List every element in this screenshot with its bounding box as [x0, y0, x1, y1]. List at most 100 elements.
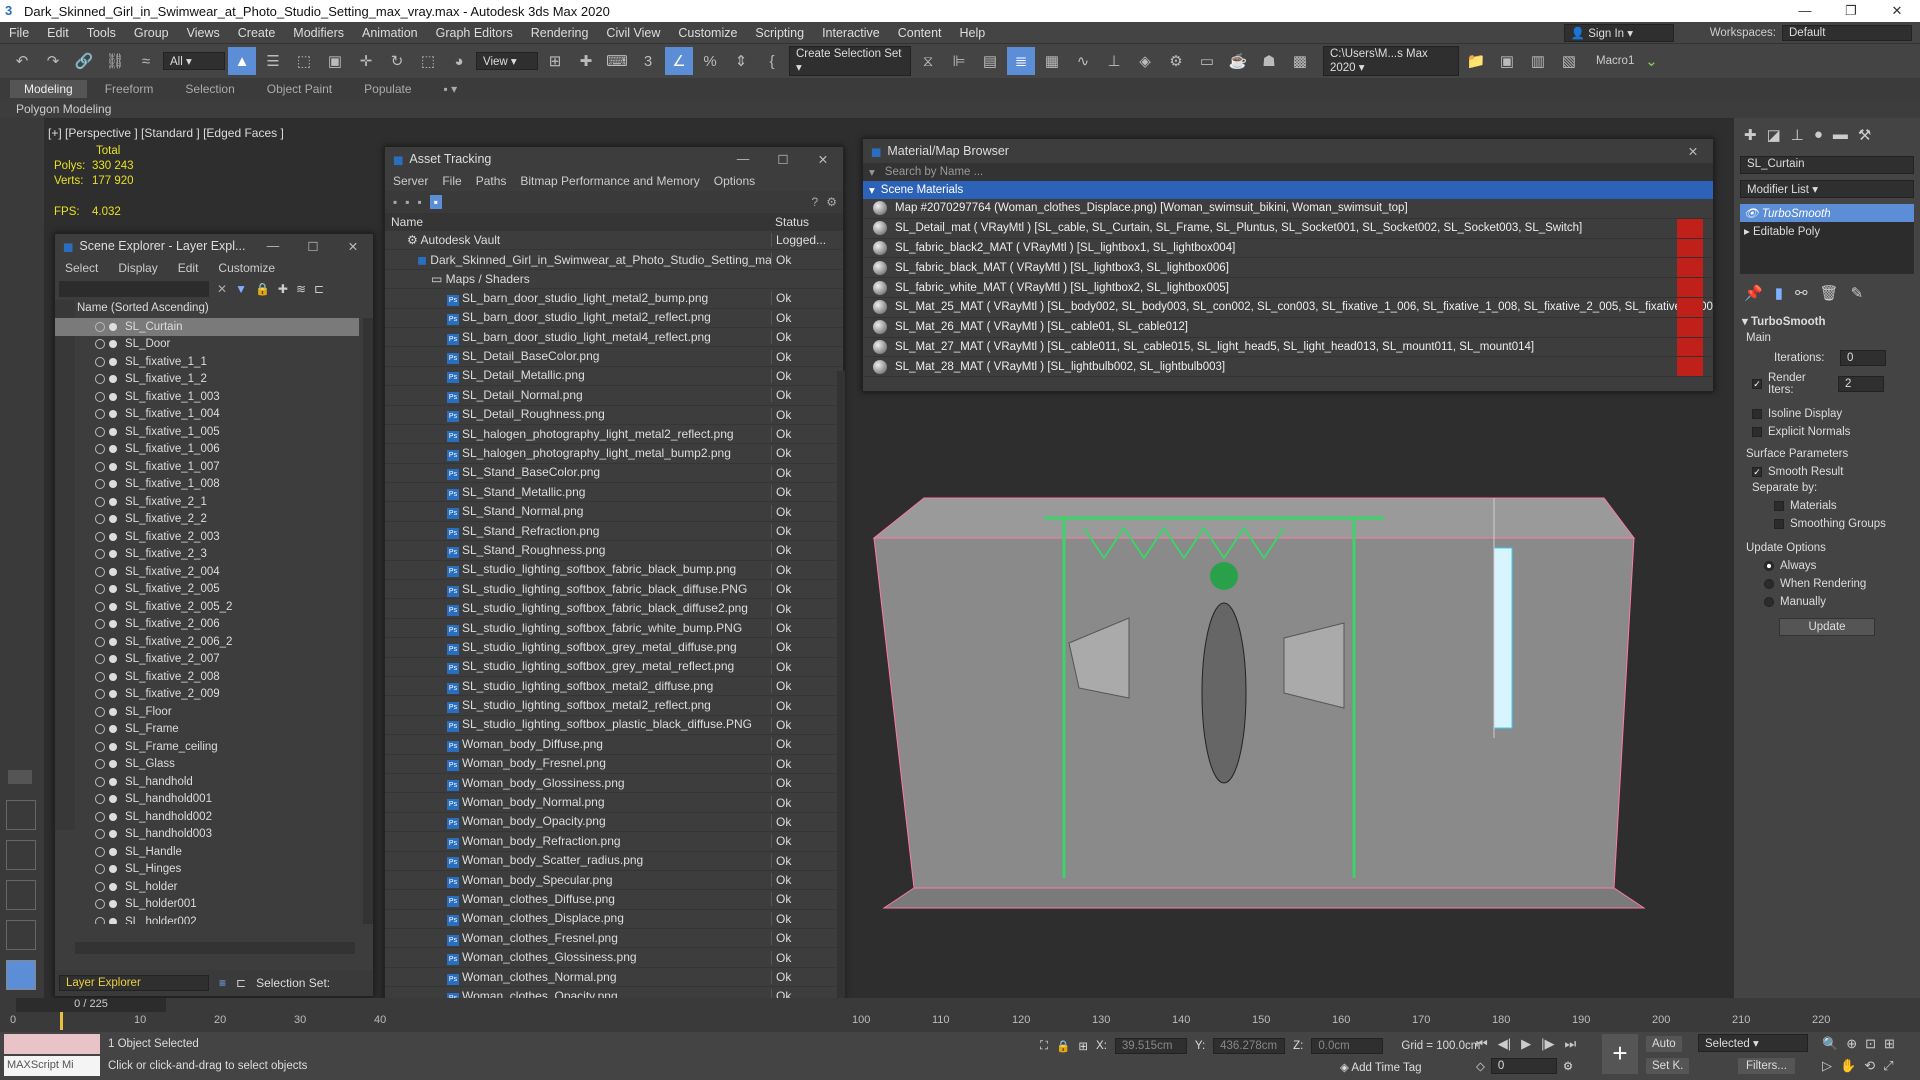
- se-object-row[interactable]: SL_fixative_2_1: [55, 493, 359, 511]
- freeze-dot-icon[interactable]: [109, 812, 117, 821]
- rect-selection-icon[interactable]: ⬚: [290, 47, 318, 75]
- se-object-row[interactable]: SL_Door: [55, 336, 359, 354]
- se-object-row[interactable]: SL_handhold003: [55, 826, 359, 844]
- se-object-row[interactable]: SL_handhold001: [55, 791, 359, 809]
- project-folder-icon[interactable]: 📁: [1462, 47, 1490, 75]
- mb-material-row[interactable]: SL_fabric_black_MAT ( VRayMtl ) [SL_ligh…: [863, 258, 1713, 279]
- auto-key-button[interactable]: Auto: [1646, 1036, 1682, 1052]
- se-search-input[interactable]: [59, 281, 209, 297]
- visibility-eye-icon[interactable]: [95, 356, 105, 367]
- visibility-eye-icon[interactable]: [95, 461, 105, 472]
- set-key-button[interactable]: Set K.: [1646, 1058, 1690, 1074]
- visibility-eye-icon[interactable]: [95, 409, 105, 420]
- place-icon[interactable]: ◕: [445, 47, 473, 75]
- update-button[interactable]: Update: [1779, 618, 1875, 636]
- at-vertical-scrollbar[interactable]: [837, 371, 845, 1061]
- se-object-row[interactable]: SL_fixative_2_004: [55, 563, 359, 581]
- rendered-frame-icon[interactable]: ▭: [1193, 47, 1221, 75]
- se-object-row[interactable]: SL_fixative_1_006: [55, 441, 359, 459]
- at-file-row[interactable]: Ps SL_barn_door_studio_light_metal2_bump.…: [385, 289, 843, 309]
- visibility-eye-icon[interactable]: [95, 759, 105, 770]
- visibility-eye-icon[interactable]: [95, 671, 105, 682]
- se-menu-select[interactable]: Select: [65, 261, 98, 275]
- se-vertical-scrollbar[interactable]: [363, 318, 373, 924]
- render-production-icon[interactable]: ☕: [1224, 47, 1252, 75]
- at-col-name[interactable]: Name: [385, 215, 771, 229]
- zoom-extents-all-icon[interactable]: ⊞: [1884, 1036, 1895, 1052]
- visibility-eye-icon[interactable]: [95, 636, 105, 647]
- create-selection-set-dropdown[interactable]: Create Selection Set ▾: [789, 46, 911, 76]
- se-object-row[interactable]: SL_Frame_ceiling: [55, 738, 359, 756]
- at-menu-file[interactable]: File: [442, 174, 461, 188]
- layout-4-icon[interactable]: [6, 920, 36, 950]
- material-editor-icon[interactable]: ◈: [1131, 47, 1159, 75]
- layout-3-icon[interactable]: [6, 880, 36, 910]
- at-file-row[interactable]: Ps Woman_body_Normal.png Ok: [385, 793, 843, 813]
- always-radio[interactable]: [1764, 561, 1774, 571]
- freeze-dot-icon[interactable]: [109, 392, 117, 401]
- scale-icon[interactable]: ⬚: [414, 47, 442, 75]
- turbosmooth-rollout-header[interactable]: ▾ TurboSmooth: [1734, 310, 1920, 332]
- freeze-dot-icon[interactable]: [109, 445, 117, 454]
- at-file-row[interactable]: Ps Woman_body_Diffuse.png Ok: [385, 735, 843, 755]
- iterations-spinner[interactable]: 0: [1840, 350, 1886, 366]
- se-object-row[interactable]: SL_fixative_2_005_2: [55, 598, 359, 616]
- visibility-eye-icon[interactable]: [95, 706, 105, 717]
- at-file-row[interactable]: Ps SL_Stand_Normal.png Ok: [385, 502, 843, 522]
- menu-rendering[interactable]: Rendering: [522, 26, 598, 40]
- mb-search-input[interactable]: Search by Name ...: [885, 166, 983, 178]
- minimize-button[interactable]: —: [1782, 3, 1828, 19]
- mb-material-row[interactable]: SL_Mat_27_MAT ( VRayMtl ) [SL_cable011, …: [863, 337, 1713, 358]
- timeline[interactable]: 0 / 225 0 10 20 30 40 100 110 120 130 140 150 160 17…: [0, 998, 1920, 1032]
- select-object-icon[interactable]: ▲: [228, 47, 256, 75]
- x-coord-field[interactable]: 39.515cm: [1114, 1038, 1187, 1054]
- freeze-dot-icon[interactable]: [109, 322, 117, 331]
- freeze-dot-icon[interactable]: [109, 375, 117, 384]
- play-icon[interactable]: ▶: [1521, 1036, 1531, 1052]
- visibility-eye-icon[interactable]: [95, 426, 105, 437]
- spinner-snap-icon[interactable]: ⇕: [727, 47, 755, 75]
- se-object-row[interactable]: SL_Hinges: [55, 861, 359, 879]
- orbit-icon[interactable]: ⟲: [1864, 1058, 1875, 1074]
- materials-checkbox[interactable]: [1774, 501, 1784, 511]
- tab-selection[interactable]: Selection: [171, 80, 248, 98]
- freeze-dot-icon[interactable]: [109, 900, 117, 909]
- set-project-icon[interactable]: ▣: [1493, 47, 1521, 75]
- mb-material-row[interactable]: SL_Mat_25_MAT ( VRayMtl ) [SL_body002, S…: [863, 297, 1713, 318]
- y-coord-field[interactable]: 436.278cm: [1213, 1038, 1286, 1054]
- keyboard-shortcut-icon[interactable]: ⌨: [603, 47, 631, 75]
- menu-customize[interactable]: Customize: [669, 26, 746, 40]
- scene-explorer-titlebar[interactable]: ◼ Scene Explorer - Layer Expl... — ☐ ✕: [55, 234, 373, 258]
- angle-snap-icon[interactable]: ∠: [665, 47, 693, 75]
- at-file-row[interactable]: Ps Woman_body_Fresnel.png Ok: [385, 755, 843, 774]
- current-frame-field[interactable]: 0: [1490, 1058, 1557, 1074]
- at-minimize-button[interactable]: —: [723, 152, 763, 167]
- se-object-row[interactable]: SL_fixative_1_2: [55, 371, 359, 389]
- explicit-normals-checkbox[interactable]: [1752, 427, 1762, 437]
- freeze-dot-icon[interactable]: [109, 865, 117, 874]
- visibility-eye-icon[interactable]: [95, 811, 105, 822]
- freeze-dot-icon[interactable]: [109, 917, 117, 924]
- at-file-row[interactable]: Ps SL_studio_lighting_softbox_metal2_diff…: [385, 677, 843, 697]
- show-end-result-icon[interactable]: ▮: [1775, 284, 1783, 302]
- se-object-row[interactable]: SL_fixative_1_1: [55, 353, 359, 371]
- key-filter-dropdown[interactable]: Selected ▾: [1698, 1034, 1808, 1052]
- menu-group[interactable]: Group: [125, 26, 178, 40]
- se-object-row[interactable]: SL_fixative_1_004: [55, 406, 359, 424]
- menu-views[interactable]: Views: [178, 26, 229, 40]
- object-name-field[interactable]: SL_Curtain: [1740, 156, 1914, 174]
- freeze-dot-icon[interactable]: [109, 620, 117, 629]
- mb-close-button[interactable]: ✕: [1673, 144, 1713, 159]
- undo-icon[interactable]: ↶: [8, 47, 36, 75]
- menu-help[interactable]: Help: [951, 26, 995, 40]
- visibility-eye-icon[interactable]: [95, 864, 105, 875]
- visibility-eye-icon[interactable]: [95, 619, 105, 630]
- unlink-icon[interactable]: ⛓: [101, 47, 129, 75]
- visibility-eye-icon[interactable]: [95, 846, 105, 857]
- mb-material-row[interactable]: SL_Mat_28_MAT ( VRayMtl ) [SL_lightbulb0…: [863, 357, 1713, 378]
- sign-in-dropdown[interactable]: 👤 Sign In ▾: [1563, 23, 1674, 42]
- se-object-row[interactable]: SL_Handle: [55, 843, 359, 861]
- mb-material-row[interactable]: SL_fabric_black2_MAT ( VRayMtl ) [SL_lig…: [863, 238, 1713, 259]
- freeze-dot-icon[interactable]: [109, 497, 117, 506]
- se-clear-icon[interactable]: ✕: [217, 282, 227, 296]
